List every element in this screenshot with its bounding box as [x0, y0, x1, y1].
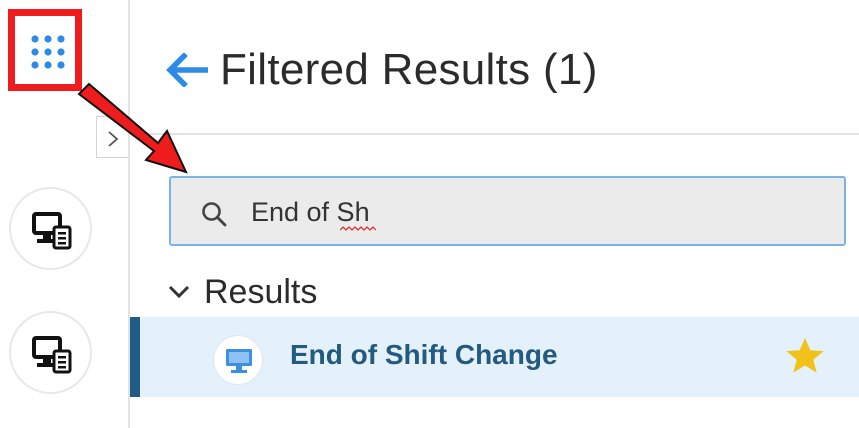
result-app-icon	[213, 335, 263, 385]
monitor-document-icon	[32, 336, 72, 374]
expand-rail-button[interactable]	[96, 116, 129, 158]
back-button[interactable]	[166, 48, 210, 92]
result-item[interactable]: End of Shift Change	[130, 317, 859, 397]
app-launcher-button[interactable]	[8, 9, 82, 91]
grid-dots-icon	[31, 35, 65, 69]
chevron-down-icon	[168, 285, 190, 299]
page-title: Filtered Results (1)	[220, 45, 598, 94]
search-input[interactable]	[251, 190, 811, 234]
result-item-label: End of Shift Change	[290, 339, 558, 370]
results-section-label: Results	[204, 272, 318, 311]
results-section-toggle[interactable]: Results	[168, 270, 317, 314]
header-divider	[130, 133, 859, 135]
selected-indicator	[130, 317, 140, 397]
arrow-left-icon	[166, 53, 208, 87]
spellcheck-underline	[340, 226, 376, 231]
search-box[interactable]	[169, 176, 846, 246]
search-icon	[202, 202, 227, 227]
left-rail	[0, 0, 129, 428]
favorite-star-icon[interactable]	[785, 337, 825, 375]
monitor-document-icon	[32, 212, 72, 250]
chevron-right-icon	[108, 131, 119, 147]
monitor-icon	[226, 349, 252, 373]
page-header: Filtered Results (1)	[166, 40, 598, 100]
rail-app-button[interactable]	[9, 311, 92, 394]
rail-app-button[interactable]	[9, 187, 92, 270]
